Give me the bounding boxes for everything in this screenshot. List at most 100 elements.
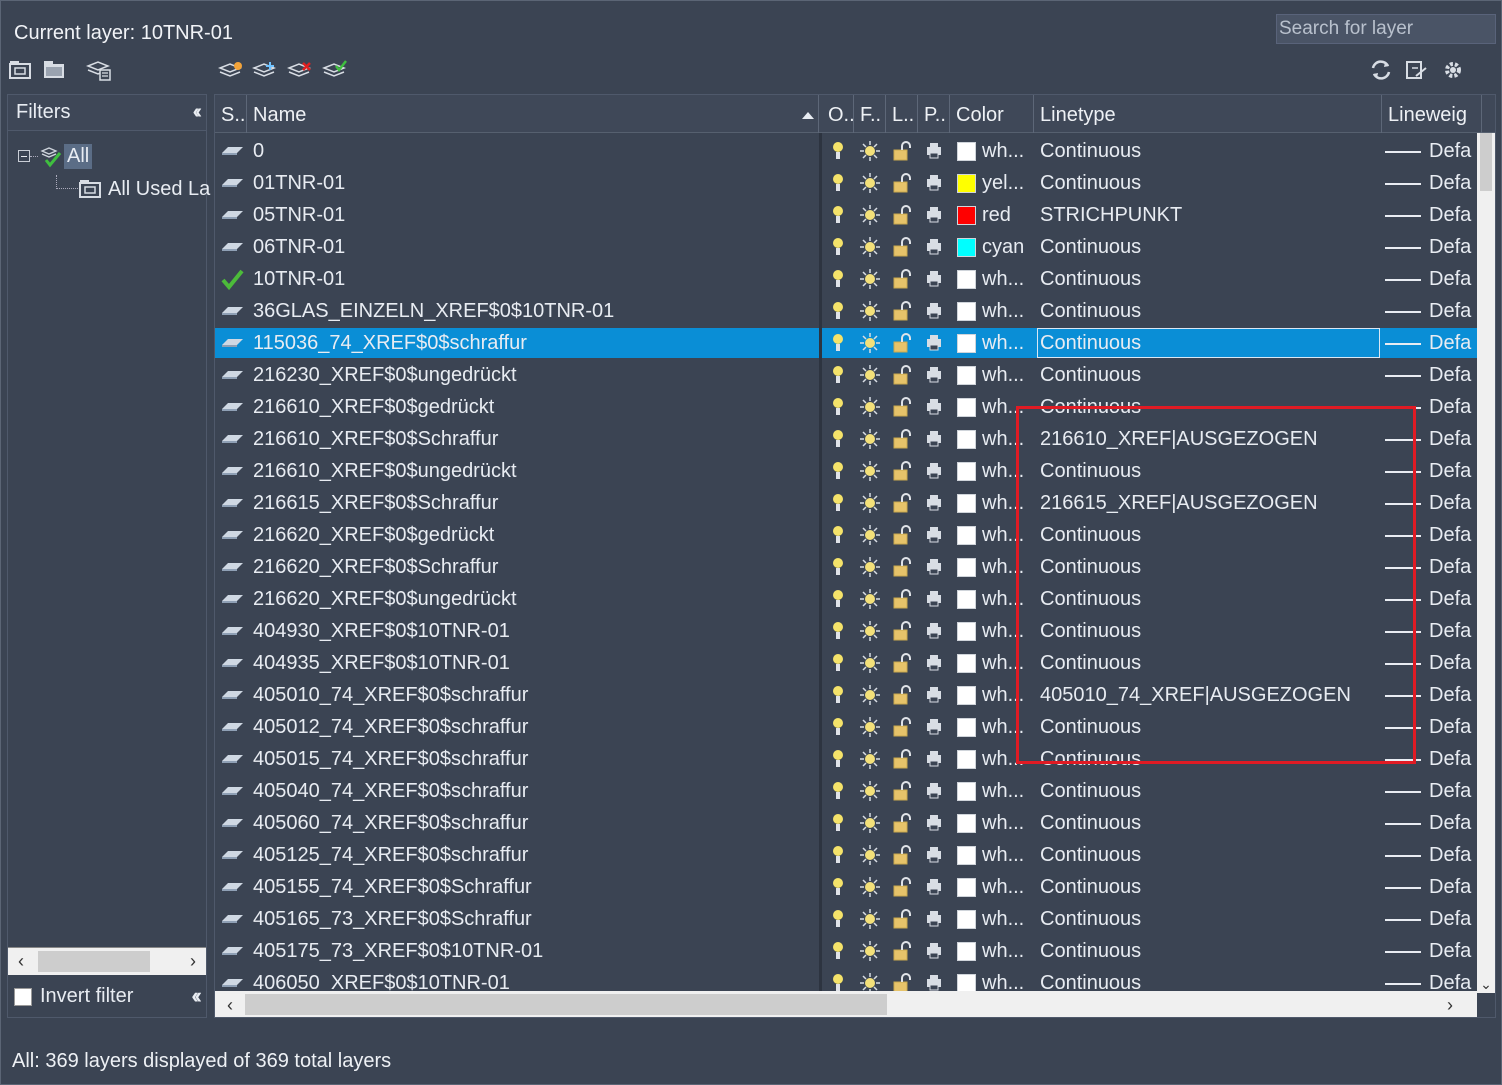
color-swatch[interactable]: [957, 174, 976, 193]
layer-icon[interactable]: [219, 135, 247, 167]
color-swatch[interactable]: [957, 878, 976, 897]
unlock-icon[interactable]: [891, 203, 913, 227]
unlock-icon[interactable]: [891, 683, 913, 707]
printer-icon[interactable]: [923, 203, 945, 227]
search-layer-input[interactable]: [1277, 15, 1502, 43]
unlock-icon[interactable]: [891, 555, 913, 579]
lineweight-value[interactable]: Defa: [1429, 295, 1477, 327]
unlock-icon[interactable]: [891, 523, 913, 547]
layer-icon[interactable]: [219, 551, 247, 583]
column-header-lineweight[interactable]: Lineweig: [1382, 95, 1482, 133]
linetype-value[interactable]: Continuous: [1040, 455, 1380, 487]
printer-icon[interactable]: [923, 779, 945, 803]
bulb-on-icon[interactable]: [827, 939, 849, 963]
color-swatch[interactable]: [957, 910, 976, 929]
printer-icon[interactable]: [923, 971, 945, 993]
color-swatch[interactable]: [957, 558, 976, 577]
tree-node-all[interactable]: All: [18, 143, 93, 169]
unlock-icon[interactable]: [891, 811, 913, 835]
sun-thawed-icon[interactable]: [859, 875, 881, 899]
layer-name[interactable]: 06TNR-01: [253, 231, 813, 263]
bulb-on-icon[interactable]: [827, 619, 849, 643]
layer-name[interactable]: 405155_74_XREF$0$Schraffur: [253, 871, 813, 903]
sun-thawed-icon[interactable]: [859, 715, 881, 739]
bulb-on-icon[interactable]: [827, 971, 849, 993]
layer-name[interactable]: 404935_XREF$0$10TNR-01: [253, 647, 813, 679]
color-swatch[interactable]: [957, 206, 976, 225]
layer-name[interactable]: 216620_XREF$0$Schraffur: [253, 551, 813, 583]
table-row[interactable]: 404930_XREF$0$10TNR-01 wh... Continuous Def…: [215, 615, 1477, 647]
color-swatch[interactable]: [957, 718, 976, 737]
color-name[interactable]: wh...: [982, 743, 1036, 775]
table-row[interactable]: 216610_XREF$0$Schraffur wh... 216610_XREF|…: [215, 423, 1477, 455]
layer-name[interactable]: 216610_XREF$0$ungedrückt: [253, 455, 813, 487]
printer-icon[interactable]: [923, 299, 945, 323]
layer-icon[interactable]: [219, 423, 247, 455]
bulb-on-icon[interactable]: [827, 811, 849, 835]
bulb-on-icon[interactable]: [827, 203, 849, 227]
layer-name[interactable]: 216230_XREF$0$ungedrückt: [253, 359, 813, 391]
layer-name[interactable]: 405175_73_XREF$0$10TNR-01: [253, 935, 813, 967]
layer-name[interactable]: 404930_XREF$0$10TNR-01: [253, 615, 813, 647]
color-name[interactable]: cyan: [982, 231, 1036, 263]
color-swatch[interactable]: [957, 846, 976, 865]
bulb-on-icon[interactable]: [827, 907, 849, 931]
layer-icon[interactable]: [219, 967, 247, 993]
unlock-icon[interactable]: [891, 267, 913, 291]
sun-thawed-icon[interactable]: [859, 939, 881, 963]
printer-icon[interactable]: [923, 395, 945, 419]
color-name[interactable]: wh...: [982, 487, 1036, 519]
unlock-icon[interactable]: [891, 139, 913, 163]
printer-icon[interactable]: [923, 747, 945, 771]
color-swatch[interactable]: [957, 462, 976, 481]
printer-icon[interactable]: [923, 555, 945, 579]
bulb-on-icon[interactable]: [827, 171, 849, 195]
layer-name[interactable]: 216610_XREF$0$Schraffur: [253, 423, 813, 455]
layer-icon[interactable]: [219, 711, 247, 743]
lineweight-value[interactable]: Defa: [1429, 903, 1477, 935]
printer-icon[interactable]: [923, 427, 945, 451]
color-name[interactable]: wh...: [982, 519, 1036, 551]
layer-icon[interactable]: [219, 615, 247, 647]
collapse-filters-icon[interactable]: ‹‹: [193, 101, 203, 124]
linetype-value[interactable]: Continuous: [1040, 359, 1380, 391]
lineweight-value[interactable]: Defa: [1429, 135, 1477, 167]
table-row[interactable]: 01TNR-01 yel... Continuous Defa: [215, 167, 1477, 199]
scroll-left-icon[interactable]: ‹: [10, 950, 32, 972]
layer-icon[interactable]: [219, 775, 247, 807]
sun-thawed-icon[interactable]: [859, 395, 881, 419]
color-name[interactable]: wh...: [982, 583, 1036, 615]
tree-node-all-used-layers[interactable]: All Used La: [56, 175, 210, 201]
table-row[interactable]: 115036_74_XREF$0$schraffur wh... Continuou…: [215, 327, 1477, 359]
color-name[interactable]: yel...: [982, 167, 1036, 199]
sun-thawed-icon[interactable]: [859, 459, 881, 483]
layer-name[interactable]: 216615_XREF$0$Schraffur: [253, 487, 813, 519]
table-row[interactable]: 404935_XREF$0$10TNR-01 wh... Continuous Def…: [215, 647, 1477, 679]
color-swatch[interactable]: [957, 590, 976, 609]
table-row[interactable]: 405165_73_XREF$0$Schraffur wh... Continuou…: [215, 903, 1477, 935]
column-header-status[interactable]: S..: [215, 95, 247, 133]
linetype-value[interactable]: Continuous: [1040, 327, 1380, 359]
sun-thawed-icon[interactable]: [859, 427, 881, 451]
lineweight-value[interactable]: Defa: [1429, 551, 1477, 583]
bulb-on-icon[interactable]: [827, 139, 849, 163]
table-row[interactable]: 405010_74_XREF$0$schraffur wh... 405010_74…: [215, 679, 1477, 711]
unlock-icon[interactable]: [891, 235, 913, 259]
printer-icon[interactable]: [923, 651, 945, 675]
bulb-on-icon[interactable]: [827, 235, 849, 259]
linetype-value[interactable]: Continuous: [1040, 807, 1380, 839]
color-name[interactable]: wh...: [982, 455, 1036, 487]
layer-icon[interactable]: [219, 327, 247, 359]
printer-icon[interactable]: [923, 811, 945, 835]
color-swatch[interactable]: [957, 270, 976, 289]
table-row[interactable]: 216615_XREF$0$Schraffur wh... 216615_XREF|…: [215, 487, 1477, 519]
unlock-icon[interactable]: [891, 459, 913, 483]
lineweight-value[interactable]: Defa: [1429, 807, 1477, 839]
printer-icon[interactable]: [923, 715, 945, 739]
linetype-value[interactable]: Continuous: [1040, 135, 1380, 167]
color-swatch[interactable]: [957, 430, 976, 449]
refresh-icon[interactable]: [1368, 58, 1394, 82]
lineweight-value[interactable]: Defa: [1429, 839, 1477, 871]
table-row[interactable]: 216610_XREF$0$gedrückt wh... Continuous Def…: [215, 391, 1477, 423]
sun-thawed-icon[interactable]: [859, 907, 881, 931]
